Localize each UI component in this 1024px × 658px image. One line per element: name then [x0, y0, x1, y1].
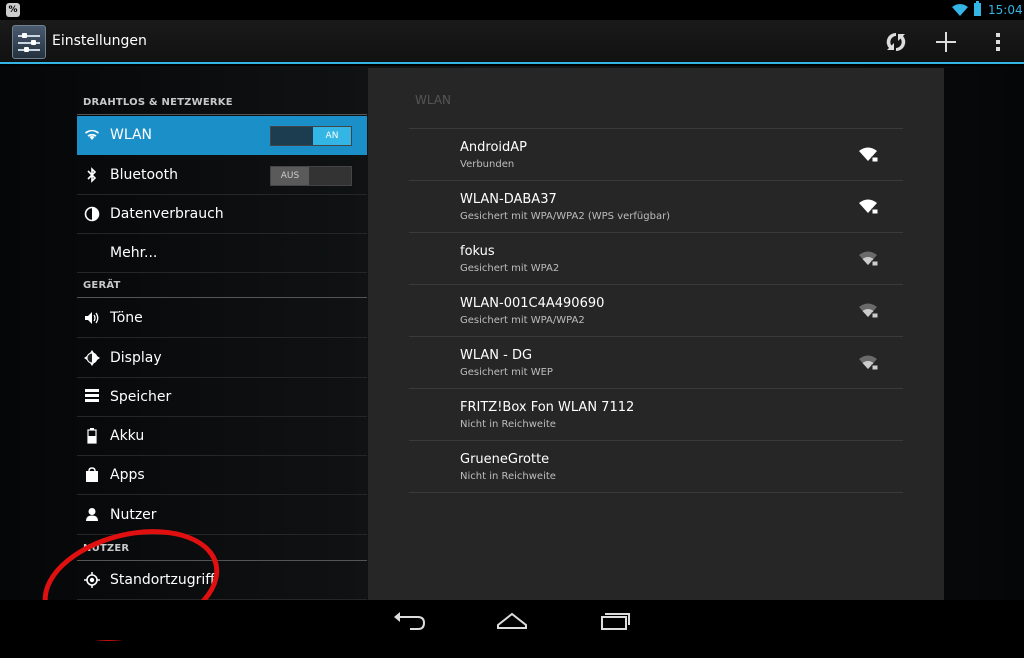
sidebar-item-label: Töne [110, 310, 143, 326]
page-title: Einstellungen [52, 33, 147, 49]
network-status: Gesichert mit WPA/WPA2 [460, 315, 585, 326]
network-item[interactable]: fokus Gesichert mit WPA2 [409, 232, 903, 284]
battery-icon [83, 428, 101, 446]
wlan-toggle[interactable]: AN [270, 126, 352, 146]
network-name: WLAN - DG [460, 348, 533, 363]
network-name: FRITZ!Box Fon WLAN 7112 [460, 400, 635, 415]
recent-apps-icon[interactable] [594, 608, 634, 632]
sidebar-item-label: Datenverbrauch [110, 206, 224, 222]
back-icon[interactable] [390, 608, 430, 632]
wifi-lock-signal-icon [859, 303, 879, 319]
bluetooth-toggle[interactable]: AUS [270, 166, 352, 186]
battery-icon [974, 1, 981, 16]
sidebar-item-display[interactable]: Display [77, 339, 367, 378]
sidebar-item-wlan[interactable]: WLAN AN [77, 116, 367, 155]
percent-notification-icon[interactable]: % [6, 3, 20, 17]
apps-icon [83, 467, 101, 485]
network-item[interactable]: FRITZ!Box Fon WLAN 7112 Nicht in Reichwe… [409, 388, 903, 440]
toggle-state: AUS [271, 167, 309, 185]
wifi-lock-signal-icon [859, 251, 879, 267]
wifi-status-icon [952, 4, 968, 16]
sidebar-item-label: Akku [110, 428, 145, 444]
home-icon[interactable] [492, 608, 532, 632]
sidebar-item-storage[interactable]: Speicher [77, 378, 367, 417]
section-header-device: GERÄT [83, 280, 121, 291]
sound-icon [83, 310, 101, 328]
user-icon [83, 507, 101, 525]
sidebar-item-battery[interactable]: Akku [77, 417, 367, 456]
wlan-panel: WLAN AndroidAP Verbunden WLAN-DABA37 Ges… [368, 68, 944, 600]
navigation-bar [0, 600, 1024, 640]
network-status: Gesichert mit WEP [460, 367, 553, 378]
network-item[interactable]: WLAN - DG Gesichert mit WEP [409, 336, 903, 388]
network-status: Gesichert mit WPA/WPA2 (WPS verfügbar) [460, 211, 671, 222]
action-bar: Einstellungen [0, 20, 1024, 64]
network-name: WLAN-DABA37 [460, 192, 557, 207]
wps-icon[interactable] [880, 26, 912, 58]
bluetooth-icon [83, 167, 101, 185]
sidebar-item-label: Speicher [110, 389, 172, 405]
sidebar-item-users[interactable]: Nutzer [77, 496, 367, 535]
network-status: Nicht in Reichweite [460, 419, 556, 430]
section-header-wireless: DRAHTLOS & NETZWERKE [83, 97, 233, 108]
sidebar-item-label: WLAN [110, 127, 153, 143]
sidebar-item-label: Apps [110, 467, 145, 483]
network-name: fokus [460, 244, 495, 259]
network-item[interactable]: WLAN-001C4A490690 Gesichert mit WPA/WPA2 [409, 284, 903, 336]
network-item[interactable]: GrueneGrotte Nicht in Reichweite [409, 440, 903, 492]
storage-icon [83, 389, 101, 407]
divider [409, 492, 903, 493]
network-status: Verbunden [460, 159, 515, 170]
panel-title: WLAN [415, 93, 452, 107]
settings-sidebar: DRAHTLOS & NETZWERKE WLAN AN Bluetooth A… [77, 66, 367, 600]
settings-sliders-icon[interactable] [12, 25, 46, 59]
sidebar-item-bluetooth[interactable]: Bluetooth AUS [77, 156, 367, 195]
network-item[interactable]: WLAN-DABA37 Gesichert mit WPA/WPA2 (WPS … [409, 180, 903, 232]
data-usage-icon [83, 206, 101, 224]
settings-content: DRAHTLOS & NETZWERKE WLAN AN Bluetooth A… [0, 66, 1024, 658]
network-name: WLAN-001C4A490690 [460, 296, 605, 311]
toggle-state: AN [313, 127, 351, 145]
sidebar-item-apps[interactable]: Apps [77, 456, 367, 495]
sidebar-item-label: Mehr... [110, 245, 158, 261]
network-name: GrueneGrotte [460, 452, 550, 467]
wifi-lock-signal-icon [859, 147, 879, 163]
network-status: Gesichert mit WPA2 [460, 263, 560, 274]
status-bar: % 15:04 [0, 0, 1024, 20]
divider [77, 114, 367, 115]
sidebar-item-sound[interactable]: Töne [77, 299, 367, 338]
wifi-icon [83, 127, 101, 145]
sidebar-item-label: Nutzer [110, 507, 157, 523]
network-status: Nicht in Reichweite [460, 471, 556, 482]
status-clock: 15:04 [988, 3, 1023, 17]
wifi-lock-signal-icon [859, 199, 879, 215]
display-icon [83, 350, 101, 368]
overflow-menu-icon[interactable] [982, 26, 1014, 58]
network-item[interactable]: AndroidAP Verbunden [409, 128, 903, 180]
wifi-lock-signal-icon [859, 355, 879, 371]
add-icon[interactable] [930, 26, 962, 58]
network-name: AndroidAP [460, 140, 527, 155]
sidebar-item-more[interactable]: Mehr... [77, 234, 367, 273]
sidebar-item-label: Display [110, 350, 162, 366]
divider [77, 297, 367, 298]
sidebar-item-data-usage[interactable]: Datenverbrauch [77, 195, 367, 234]
sidebar-item-label: Bluetooth [110, 167, 178, 183]
